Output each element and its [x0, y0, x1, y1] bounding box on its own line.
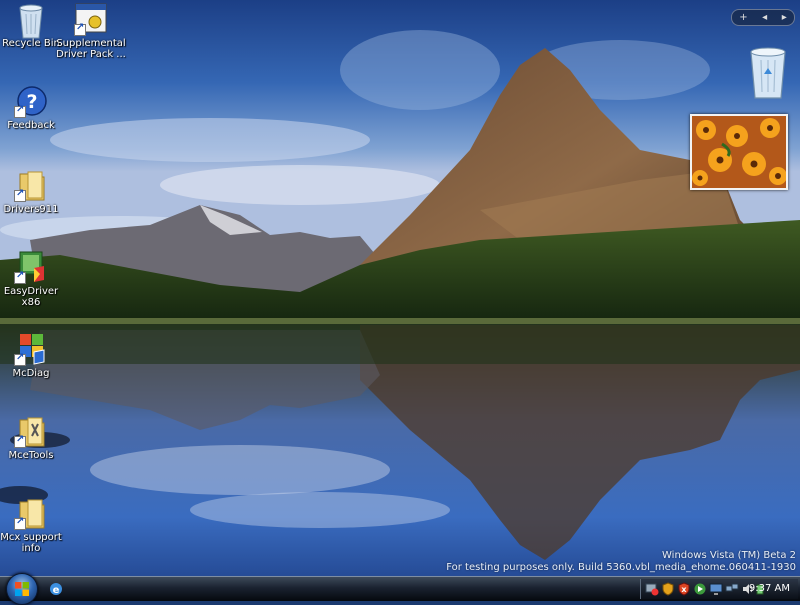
previous-gadget-page-button[interactable]: ◂	[762, 10, 767, 25]
desktop-icon-label: McDiag	[12, 368, 50, 379]
watermark-product: Windows Vista (TM) Beta 2	[662, 550, 796, 561]
internet-explorer-icon[interactable]: e	[48, 581, 64, 597]
desktop-icon-label: Mcx support info	[0, 532, 62, 554]
svg-text:e: e	[53, 585, 60, 596]
slideshow-gadget[interactable]	[690, 114, 788, 190]
watermark-build: For testing purposes only. Build 5360.vb…	[446, 562, 796, 573]
feedback-help-icon: ?	[14, 84, 48, 118]
desktop-icon-label: Feedback	[7, 120, 55, 131]
mcetools-shortcut-icon	[14, 414, 48, 448]
shortcut-arrow-icon	[14, 352, 26, 366]
notification-area: x 9:37 AM	[640, 579, 798, 599]
mcdiag-shortcut-icon	[14, 332, 48, 366]
desktop-icon-supplemental-driver-pack[interactable]: Supplemental Driver Pack ...	[53, 2, 129, 60]
desktop-icon-easydriver[interactable]: EasyDriver x86	[0, 250, 69, 308]
flower-photo	[692, 116, 786, 188]
taskbar: e x 9:37 AM	[0, 573, 800, 605]
shortcut-arrow-icon	[74, 22, 86, 36]
recycle-bin-gadget[interactable]	[745, 44, 791, 100]
network-alert-icon[interactable]	[645, 582, 659, 596]
desktop-icon-feedback[interactable]: ? Feedback	[0, 84, 69, 131]
sidebar-controls: + ◂ ▸	[731, 9, 795, 26]
taskbar-clock[interactable]: 9:37 AM	[749, 583, 790, 594]
desktop-icon-drivers911[interactable]: Drivers911	[0, 168, 69, 215]
media-icon[interactable]	[693, 582, 707, 596]
next-gadget-page-button[interactable]: ▸	[782, 10, 787, 25]
folder-shortcut-icon	[14, 168, 48, 202]
recycle-bin-icon	[750, 47, 786, 99]
windows-logo-icon	[15, 582, 29, 596]
svg-text:?: ?	[26, 91, 37, 113]
start-button[interactable]	[6, 573, 38, 605]
desktop-wallpaper	[0, 0, 800, 600]
windows-defender-icon[interactable]	[661, 582, 675, 596]
desktop-icon-label: Supplemental Driver Pack ...	[56, 38, 126, 60]
display-icon[interactable]	[709, 582, 723, 596]
shortcut-arrow-icon	[14, 270, 26, 284]
shortcut-arrow-icon	[14, 188, 26, 202]
folder-shortcut-icon	[14, 496, 48, 530]
driver-pack-shortcut-icon	[74, 2, 108, 36]
desktop-icon-mcx-support-info[interactable]: Mcx support info	[0, 496, 69, 554]
desktop-icon-label: MceTools	[8, 450, 54, 461]
build-watermark: Windows Vista (TM) Beta 2 For testing pu…	[446, 550, 796, 574]
network-icon[interactable]	[725, 582, 739, 596]
desktop-icon-label: EasyDriver x86	[3, 286, 59, 308]
shortcut-arrow-icon	[14, 104, 26, 118]
shortcut-arrow-icon	[14, 434, 26, 448]
recycle-bin-icon	[14, 2, 48, 39]
desktop-icon-mcetools[interactable]: MceTools	[0, 414, 69, 461]
desktop-icon-label: Drivers911	[3, 204, 59, 215]
shortcut-arrow-icon	[14, 516, 26, 530]
svg-text:x: x	[681, 585, 687, 594]
easydriver-shortcut-icon	[14, 250, 48, 284]
security-center-alert-icon[interactable]: x	[677, 582, 691, 596]
add-gadget-button[interactable]: +	[739, 10, 747, 25]
desktop-icon-mcdiag[interactable]: McDiag	[0, 332, 69, 379]
